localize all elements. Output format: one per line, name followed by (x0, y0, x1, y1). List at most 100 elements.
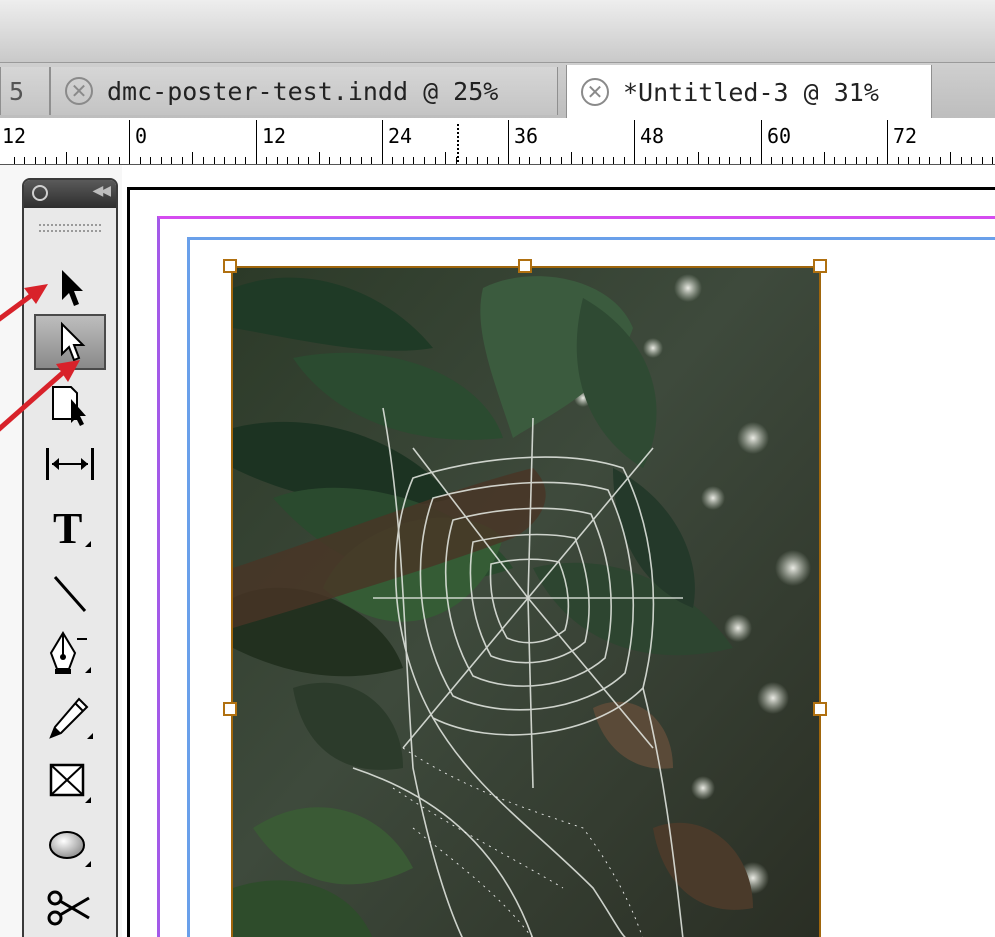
ruler-minor-tick (245, 157, 246, 164)
ruler-minor-tick (613, 157, 614, 164)
ruler-minor-tick (171, 157, 172, 164)
ruler-minor-tick (224, 157, 225, 164)
tab-previous-document[interactable]: 5 (0, 67, 50, 115)
ruler-minor-tick (961, 157, 962, 164)
ruler-minor-tick (403, 157, 404, 164)
ruler-minor-tick (708, 157, 709, 164)
ruler-cursor-marker (457, 124, 459, 162)
ruler-minor-tick (813, 157, 814, 164)
scissors-tool-button[interactable] (34, 880, 106, 936)
pen-tool-button[interactable] (34, 626, 106, 682)
ruler-minor-tick (329, 157, 330, 164)
svg-text:T: T (53, 504, 82, 553)
ruler-label: 0 (135, 124, 148, 148)
panel-grip[interactable] (39, 224, 101, 232)
ruler-major-tick (382, 120, 383, 164)
ruler-minor-tick (824, 152, 825, 164)
spider-web-photo (233, 268, 819, 937)
ruler-minor-tick (571, 152, 572, 164)
ruler-minor-tick (592, 157, 593, 164)
ruler-minor-tick (235, 157, 236, 164)
ruler-minor-tick (98, 157, 99, 164)
ruler-minor-tick (413, 157, 414, 164)
ruler-label: 60 (767, 124, 792, 148)
ruler-major-tick (256, 120, 257, 164)
ruler-minor-tick (624, 157, 625, 164)
rectangle-frame-tool-button[interactable] (34, 754, 106, 810)
scissors-icon (47, 890, 90, 926)
ruler-minor-tick (140, 157, 141, 164)
tab-dmc-poster-test[interactable]: ✕ dmc-poster-test.indd @ 25% (50, 67, 558, 115)
ruler-minor-tick (119, 157, 120, 164)
close-panel-icon[interactable] (32, 185, 48, 201)
ruler-minor-tick (498, 157, 499, 164)
ruler-major-tick (508, 120, 509, 164)
selection-tool-button[interactable] (34, 260, 106, 316)
ruler-label: 12 (2, 124, 27, 148)
ruler-minor-tick (519, 157, 520, 164)
tools-panel-header[interactable]: ◀◀ (24, 180, 116, 208)
ruler-minor-tick (435, 157, 436, 164)
frame-handle-middle-right[interactable] (813, 702, 827, 716)
ruler-major-tick (129, 120, 130, 164)
ruler-minor-tick (834, 157, 835, 164)
horizontal-ruler[interactable]: 12 0 12 24 36 48 60 72 (0, 118, 995, 165)
ruler-minor-tick (582, 157, 583, 164)
ruler-minor-tick (729, 157, 730, 164)
ruler-label: 72 (893, 124, 918, 148)
close-tab-icon[interactable]: ✕ (65, 77, 93, 105)
collapse-panel-icon[interactable]: ◀◀ (92, 183, 110, 199)
type-tool-button[interactable]: T (34, 500, 106, 556)
ruler-minor-tick (950, 152, 951, 164)
ruler-minor-tick (540, 157, 541, 164)
gap-tool-button[interactable] (34, 436, 106, 492)
ruler-minor-tick (371, 157, 372, 164)
ruler-minor-tick (161, 157, 162, 164)
ruler-minor-tick (992, 157, 993, 164)
ruler-minor-tick (266, 157, 267, 164)
black-arrow-icon (62, 270, 83, 306)
ruler-minor-tick (108, 157, 109, 164)
ruler-minor-tick (35, 157, 36, 164)
ruler-minor-tick (77, 157, 78, 164)
ruler-minor-tick (782, 157, 783, 164)
ellipse-tool-button[interactable] (34, 818, 106, 874)
ruler-minor-tick (771, 157, 772, 164)
ruler-minor-tick (466, 157, 467, 164)
ruler-label: 12 (262, 124, 287, 148)
document-tab-strip: 5 ✕ dmc-poster-test.indd @ 25% ✕ *Untitl… (0, 62, 995, 119)
tab-label: dmc-poster-test.indd @ 25% (107, 76, 499, 106)
ruler-minor-tick (277, 157, 278, 164)
ruler-minor-tick (877, 157, 878, 164)
ruler-minor-tick (908, 157, 909, 164)
white-arrow-icon (61, 321, 86, 362)
tab-untitled-3[interactable]: ✕ *Untitled-3 @ 31% (566, 65, 932, 119)
ruler-minor-tick (792, 157, 793, 164)
image-frame[interactable] (231, 266, 821, 937)
ruler-minor-tick (392, 157, 393, 164)
frame-handle-top-center[interactable] (518, 259, 532, 273)
frame-handle-top-left[interactable] (223, 259, 237, 273)
close-tab-icon[interactable]: ✕ (581, 78, 609, 106)
ruler-minor-tick (24, 157, 25, 164)
ruler-minor-tick (982, 157, 983, 164)
ruler-minor-tick (971, 157, 972, 164)
ruler-minor-tick (750, 157, 751, 164)
ruler-minor-tick (656, 157, 657, 164)
pencil-tool-button[interactable] (34, 690, 106, 746)
ruler-minor-tick (477, 157, 478, 164)
x-box-icon (49, 763, 91, 803)
ruler-minor-tick (561, 157, 562, 164)
gap-arrows-icon (46, 448, 94, 480)
ellipse-icon (49, 831, 91, 867)
ruler-minor-tick (919, 157, 920, 164)
ruler-minor-tick (529, 157, 530, 164)
page-tool-button[interactable] (34, 376, 106, 432)
frame-handle-top-right[interactable] (813, 259, 827, 273)
ruler-minor-tick (740, 157, 741, 164)
ruler-minor-tick (645, 157, 646, 164)
frame-handle-middle-left[interactable] (223, 702, 237, 716)
direct-selection-tool-button[interactable] (34, 314, 106, 370)
line-tool-button[interactable] (34, 566, 106, 622)
ruler-minor-tick (203, 157, 204, 164)
